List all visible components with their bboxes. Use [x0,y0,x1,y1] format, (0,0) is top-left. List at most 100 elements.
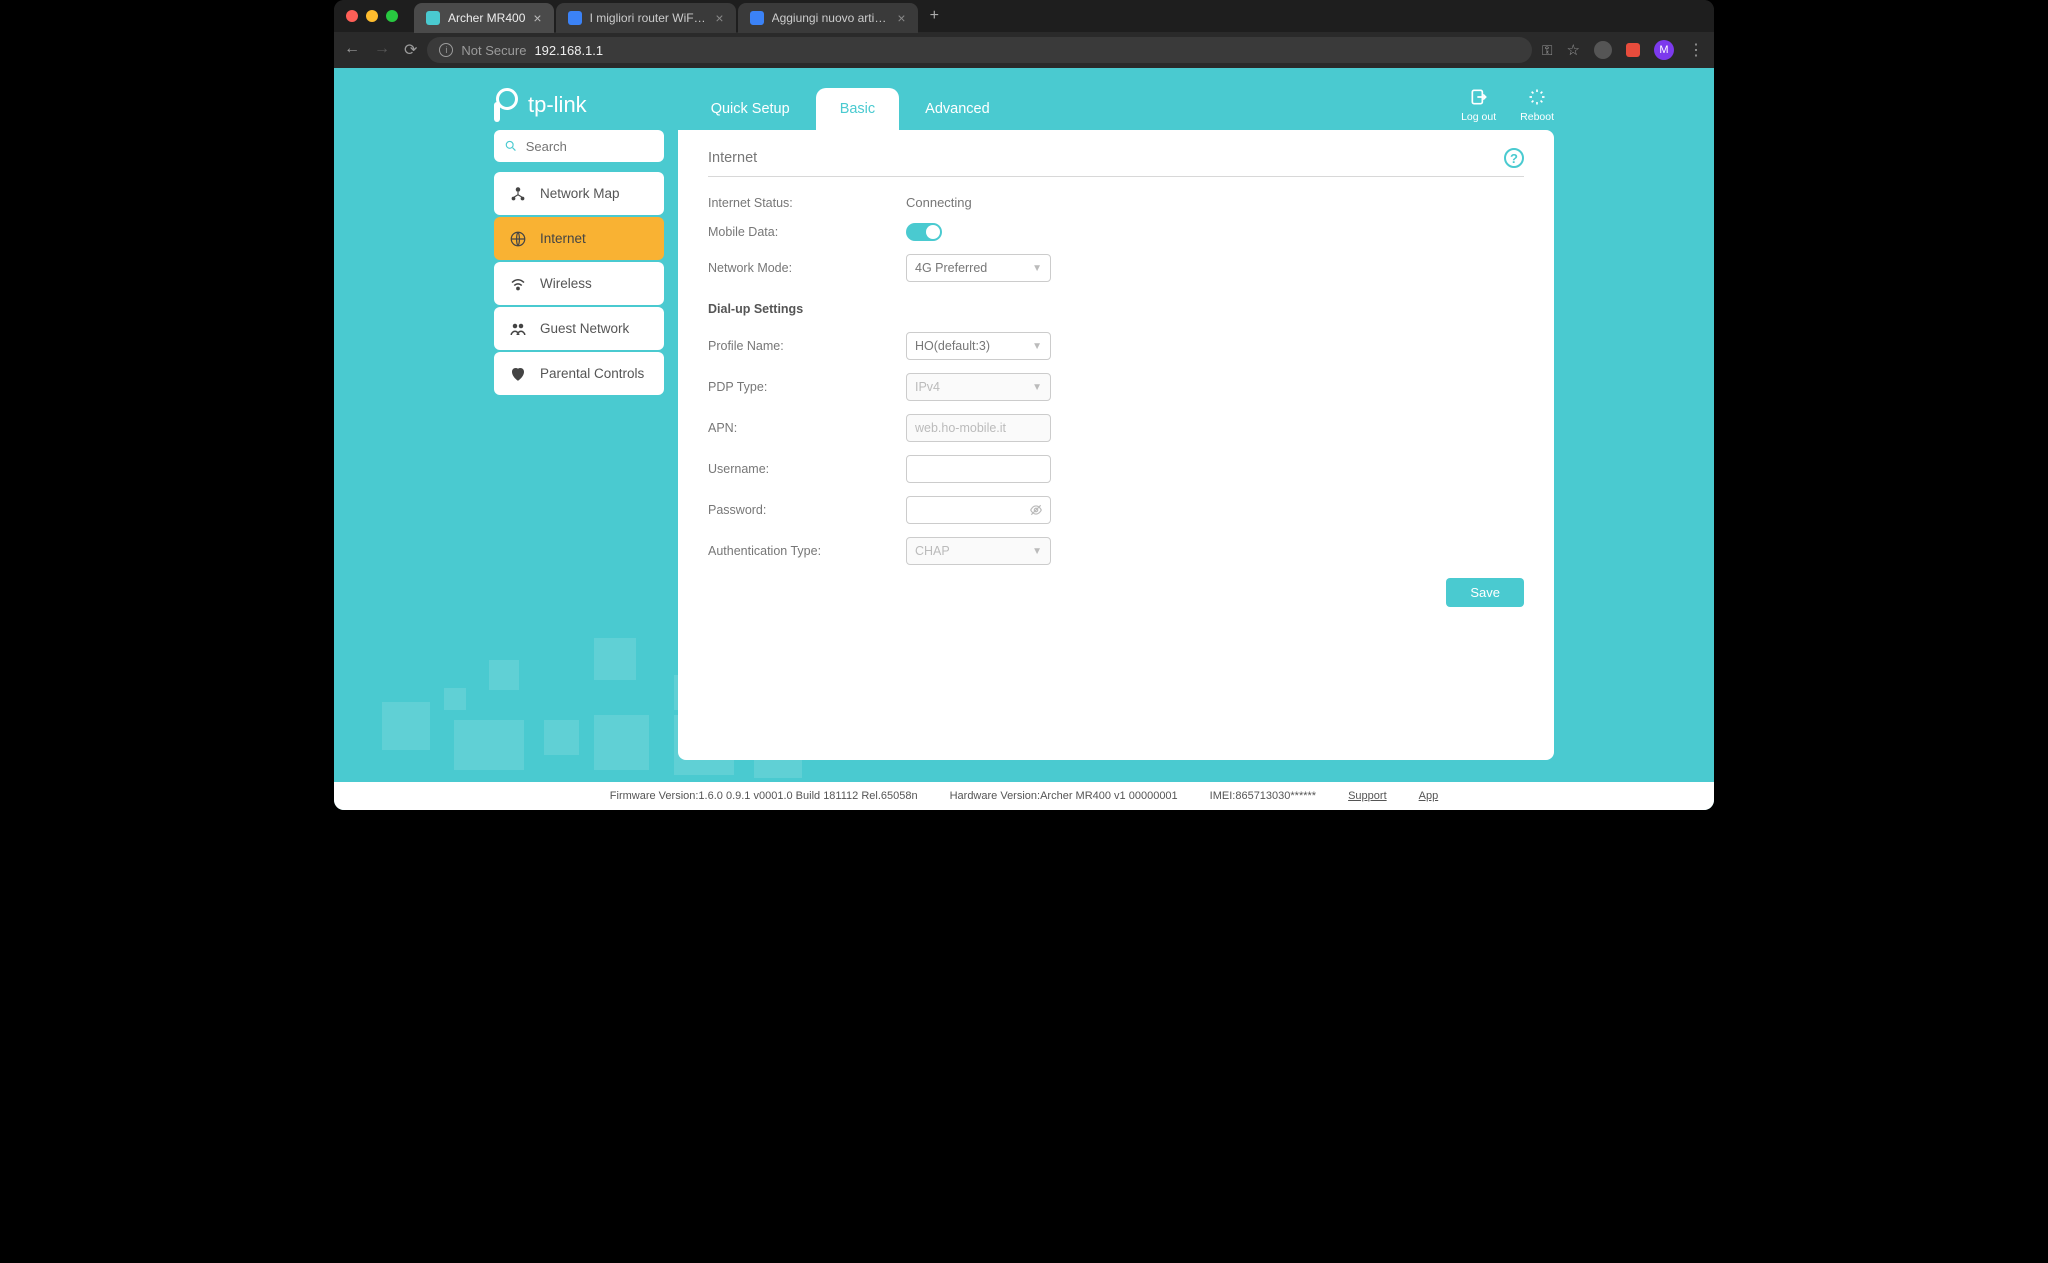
chevron-down-icon: ▼ [1032,382,1042,393]
chevron-down-icon: ▼ [1032,546,1042,557]
deco-square [382,702,430,750]
back-button[interactable]: ← [344,40,360,60]
logo-icon [494,88,522,122]
label-internet-status: Internet Status: [708,196,906,210]
auth-type-dropdown[interactable]: CHAP ▼ [906,537,1051,565]
value-internet-status: Connecting [906,195,972,210]
favicon-icon [568,11,582,25]
profile-name-dropdown[interactable]: HO(default:3) ▼ [906,332,1051,360]
reload-button[interactable]: ⟳ [404,40,417,60]
sidebar-item-internet[interactable]: Internet [494,217,664,260]
sidebar-label: Wireless [540,276,592,291]
label-mobile-data: Mobile Data: [708,225,906,239]
save-button[interactable]: Save [1446,578,1524,607]
reboot-icon [1527,87,1547,107]
logout-icon [1469,87,1489,107]
url-box[interactable]: i Not Secure 192.168.1.1 [427,37,1531,63]
dialup-section-title: Dial-up Settings [708,302,1524,316]
traffic-lights [346,10,398,22]
close-window-button[interactable] [346,10,358,22]
label-apn: APN: [708,421,906,435]
favicon-icon [426,11,440,25]
apn-field[interactable] [915,415,1042,441]
browser-tab[interactable]: Archer MR400 × [414,3,554,33]
logout-button[interactable]: Log out [1461,87,1496,123]
sidebar-item-network-map[interactable]: Network Map [494,172,664,215]
tab-close-icon[interactable]: × [533,10,541,26]
tab-title: Aggiungi nuovo articolo ‹ Tech [772,11,890,25]
chevron-down-icon: ▼ [1032,341,1042,352]
mobile-data-toggle[interactable] [906,223,942,241]
url-text: 192.168.1.1 [534,43,603,58]
main-tabs: Quick Setup Basic Advanced [687,80,1014,130]
help-icon[interactable]: ? [1504,148,1524,168]
browser-tab[interactable]: I migliori router WiFi 4G con slo × [556,3,736,33]
site-info-icon[interactable]: i [439,43,453,57]
guest-icon [509,320,527,338]
body-columns: Network Map Internet Wireless Guest Netw… [494,130,1554,760]
row-profile-name: Profile Name: HO(default:3) ▼ [708,332,1524,360]
browser-window: Archer MR400 × I migliori router WiFi 4G… [334,0,1714,810]
profile-avatar[interactable]: M [1654,40,1674,60]
sidebar-label: Internet [540,231,586,246]
username-field[interactable] [915,456,1042,482]
row-network-mode: Network Mode: 4G Preferred ▼ [708,254,1524,282]
pdp-type-dropdown[interactable]: IPv4 ▼ [906,373,1051,401]
new-tab-button[interactable]: + [920,7,949,25]
firmware-version: Firmware Version:1.6.0 0.9.1 v0001.0 Bui… [610,790,918,802]
label-username: Username: [708,462,906,476]
minimize-window-button[interactable] [366,10,378,22]
key-icon[interactable]: ⚿ [1542,42,1553,59]
tab-close-icon[interactable]: × [897,10,905,26]
panel-title: Internet [708,150,757,166]
sidebar-item-guest-network[interactable]: Guest Network [494,307,664,350]
tab-basic[interactable]: Basic [816,88,899,130]
username-input[interactable] [906,455,1051,483]
forward-button[interactable]: → [374,40,390,60]
extension-icon[interactable] [1594,41,1612,59]
hardware-version: Hardware Version:Archer MR400 v1 0000000… [950,790,1178,802]
panel-header: Internet ? [708,148,1524,177]
row-username: Username: [708,455,1524,483]
label-auth-type: Authentication Type: [708,544,906,558]
label-network-mode: Network Mode: [708,261,906,275]
header-row: tp-link Quick Setup Basic Advanced Log o… [494,80,1554,130]
sidebar-item-parental-controls[interactable]: Parental Controls [494,352,664,395]
browser-tab[interactable]: Aggiungi nuovo articolo ‹ Tech × [738,3,918,33]
label-pdp-type: PDP Type: [708,380,906,394]
imei: IMEI:865713030****** [1210,790,1316,802]
bookmark-star-icon[interactable]: ☆ [1567,41,1580,59]
reboot-label: Reboot [1520,111,1554,123]
browser-tabs: Archer MR400 × I migliori router WiFi 4G… [414,0,949,32]
sidebar-label: Parental Controls [540,366,644,381]
maximize-window-button[interactable] [386,10,398,22]
reboot-button[interactable]: Reboot [1520,87,1554,123]
search-input[interactable] [526,139,654,154]
tplink-logo: tp-link [494,88,587,122]
nav-arrows: ← → ⟳ [344,40,417,60]
row-auth-type: Authentication Type: CHAP ▼ [708,537,1524,565]
support-link[interactable]: Support [1348,790,1387,802]
show-password-icon[interactable] [1029,503,1043,520]
logout-label: Log out [1461,111,1496,123]
network-mode-dropdown[interactable]: 4G Preferred ▼ [906,254,1051,282]
globe-icon [509,230,527,248]
apn-input[interactable] [906,414,1051,442]
tab-quick-setup[interactable]: Quick Setup [687,88,814,130]
dropdown-value: CHAP [915,544,950,558]
page-content: tp-link Quick Setup Basic Advanced Log o… [334,68,1714,810]
app-link[interactable]: App [1419,790,1439,802]
sidebar-item-wireless[interactable]: Wireless [494,262,664,305]
row-mobile-data: Mobile Data: [708,223,1524,241]
row-internet-status: Internet Status: Connecting [708,195,1524,210]
tab-advanced[interactable]: Advanced [901,88,1014,130]
dropdown-value: HO(default:3) [915,339,990,353]
browser-menu-icon[interactable]: ⋮ [1688,40,1704,60]
network-map-icon [509,185,527,203]
password-field[interactable] [915,497,1042,523]
extension-icon[interactable] [1626,43,1640,57]
deco-square [444,688,466,710]
tab-close-icon[interactable]: × [715,10,723,26]
search-box[interactable] [494,130,664,162]
dropdown-value: 4G Preferred [915,261,987,275]
